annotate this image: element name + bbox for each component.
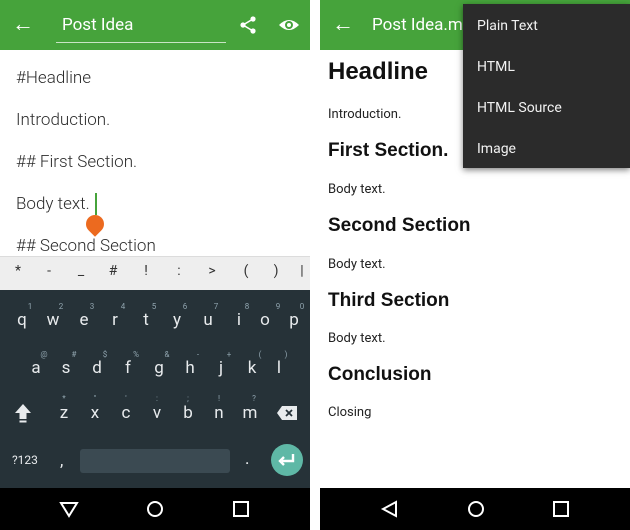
symbol-key[interactable]: : bbox=[169, 263, 189, 279]
key-y[interactable]: y bbox=[163, 310, 191, 330]
title-field[interactable]: Post Idea bbox=[62, 15, 133, 35]
key-o[interactable]: o bbox=[251, 310, 279, 330]
back-arrow-icon[interactable]: ← bbox=[12, 10, 34, 40]
recents-square-icon[interactable] bbox=[551, 500, 571, 518]
key-s[interactable]: s bbox=[52, 358, 80, 378]
key-hint: ! bbox=[217, 394, 221, 403]
enter-icon bbox=[278, 454, 295, 466]
text-cursor bbox=[95, 193, 97, 215]
symbols-switch-key[interactable]: ?123 bbox=[12, 453, 38, 467]
export-menu: Plain Text HTML HTML Source Image bbox=[463, 4, 630, 168]
key-n[interactable]: n bbox=[205, 403, 233, 423]
home-circle-icon[interactable] bbox=[145, 500, 165, 518]
key-h[interactable]: h bbox=[176, 358, 204, 378]
key-p[interactable]: p bbox=[280, 310, 308, 330]
editor-line[interactable]: Introduction. bbox=[16, 110, 110, 130]
key-d[interactable]: d bbox=[83, 358, 111, 378]
key-i[interactable]: i bbox=[225, 310, 253, 330]
back-arrow-icon[interactable]: ← bbox=[332, 10, 354, 40]
key-e[interactable]: e bbox=[70, 310, 98, 330]
key-c[interactable]: c bbox=[112, 403, 140, 423]
key-hint: ; bbox=[187, 394, 189, 403]
preview-heading-2: Second Section bbox=[328, 215, 471, 236]
preview-heading-2: Third Section bbox=[328, 290, 450, 311]
screen-divider bbox=[310, 0, 320, 530]
key-b[interactable]: b bbox=[174, 403, 202, 423]
key-q[interactable]: q bbox=[8, 310, 36, 330]
key-u[interactable]: u bbox=[194, 310, 222, 330]
editor-line[interactable]: #Headline bbox=[16, 68, 91, 88]
preview-heading-2: First Section. bbox=[328, 140, 449, 161]
symbol-key[interactable]: ! bbox=[136, 263, 156, 279]
key-f[interactable]: f bbox=[114, 358, 142, 378]
file-title: Post Idea.m bbox=[372, 15, 463, 35]
enter-button[interactable] bbox=[271, 444, 303, 476]
shift-icon[interactable] bbox=[14, 403, 32, 423]
preview-paragraph: Closing bbox=[328, 405, 372, 420]
menu-item-image[interactable]: Image bbox=[477, 141, 516, 157]
menu-item-html-source[interactable]: HTML Source bbox=[477, 100, 562, 116]
preview-paragraph: Body text. bbox=[328, 331, 386, 346]
system-nav-bar bbox=[320, 488, 630, 530]
key-hint: ' bbox=[125, 394, 127, 403]
key-hint: " bbox=[93, 394, 97, 403]
soft-keyboard: 1 2 3 4 5 6 7 8 9 0 q w e r t y u i o p … bbox=[0, 290, 310, 488]
editor-line[interactable]: ## Second Section bbox=[16, 236, 156, 256]
space-bar[interactable] bbox=[80, 449, 230, 473]
key-t[interactable]: t bbox=[132, 310, 160, 330]
key-m[interactable]: m bbox=[236, 403, 264, 423]
back-triangle-icon[interactable] bbox=[59, 500, 79, 518]
key-a[interactable]: a bbox=[22, 358, 50, 378]
menu-item-html[interactable]: HTML bbox=[477, 59, 515, 75]
key-hint: ? bbox=[252, 394, 256, 403]
preview-paragraph: Introduction. bbox=[328, 107, 402, 122]
symbol-key[interactable]: > bbox=[202, 263, 222, 279]
key-x[interactable]: x bbox=[81, 403, 109, 423]
key-r[interactable]: r bbox=[101, 310, 129, 330]
backspace-icon[interactable] bbox=[276, 405, 298, 421]
cursor-handle[interactable] bbox=[82, 211, 108, 237]
symbol-key[interactable]: ( bbox=[236, 263, 256, 279]
system-nav-bar bbox=[0, 488, 310, 530]
key-period[interactable]: . bbox=[245, 449, 249, 469]
key-hint: * bbox=[62, 394, 66, 403]
key-k[interactable]: k bbox=[238, 358, 266, 378]
editor-screen: ← Post Idea #Headline Introduction. ## F… bbox=[0, 0, 310, 530]
preview-paragraph: Body text. bbox=[328, 182, 386, 197]
key-comma[interactable]: , bbox=[60, 451, 63, 471]
preview-eye-icon[interactable] bbox=[278, 15, 300, 35]
back-triangle-icon[interactable] bbox=[380, 500, 400, 518]
title-underline bbox=[56, 42, 226, 43]
recents-square-icon[interactable] bbox=[231, 500, 251, 518]
symbol-key[interactable]: _ bbox=[71, 263, 91, 279]
symbol-key[interactable]: # bbox=[103, 263, 123, 279]
share-icon[interactable] bbox=[239, 16, 257, 34]
key-l[interactable]: l bbox=[265, 358, 293, 378]
key-w[interactable]: w bbox=[39, 310, 67, 330]
key-z[interactable]: z bbox=[50, 403, 78, 423]
editor-line[interactable]: Body text. bbox=[16, 194, 90, 214]
preview-heading-1: Headline bbox=[328, 58, 429, 85]
app-bar: ← Post Idea bbox=[0, 0, 310, 50]
symbol-key[interactable]: * bbox=[8, 263, 28, 279]
editor-line[interactable]: ## First Section. bbox=[16, 152, 137, 172]
preview-screen: ← Post Idea.m Headline Introduction. Fir… bbox=[320, 0, 630, 530]
key-hint: : bbox=[156, 394, 158, 403]
symbol-key[interactable]: | bbox=[292, 263, 310, 279]
home-circle-icon[interactable] bbox=[466, 500, 486, 518]
menu-item-plain-text[interactable]: Plain Text bbox=[477, 18, 538, 34]
preview-heading-2: Conclusion bbox=[328, 364, 432, 385]
key-j[interactable]: j bbox=[207, 358, 235, 378]
preview-paragraph: Body text. bbox=[328, 257, 386, 272]
symbol-row: * - _ # ! : > ( ) | bbox=[0, 256, 310, 291]
symbol-key[interactable]: - bbox=[39, 263, 59, 279]
key-g[interactable]: g bbox=[145, 358, 173, 378]
symbol-key[interactable]: ) bbox=[266, 263, 286, 279]
key-v[interactable]: v bbox=[143, 403, 171, 423]
